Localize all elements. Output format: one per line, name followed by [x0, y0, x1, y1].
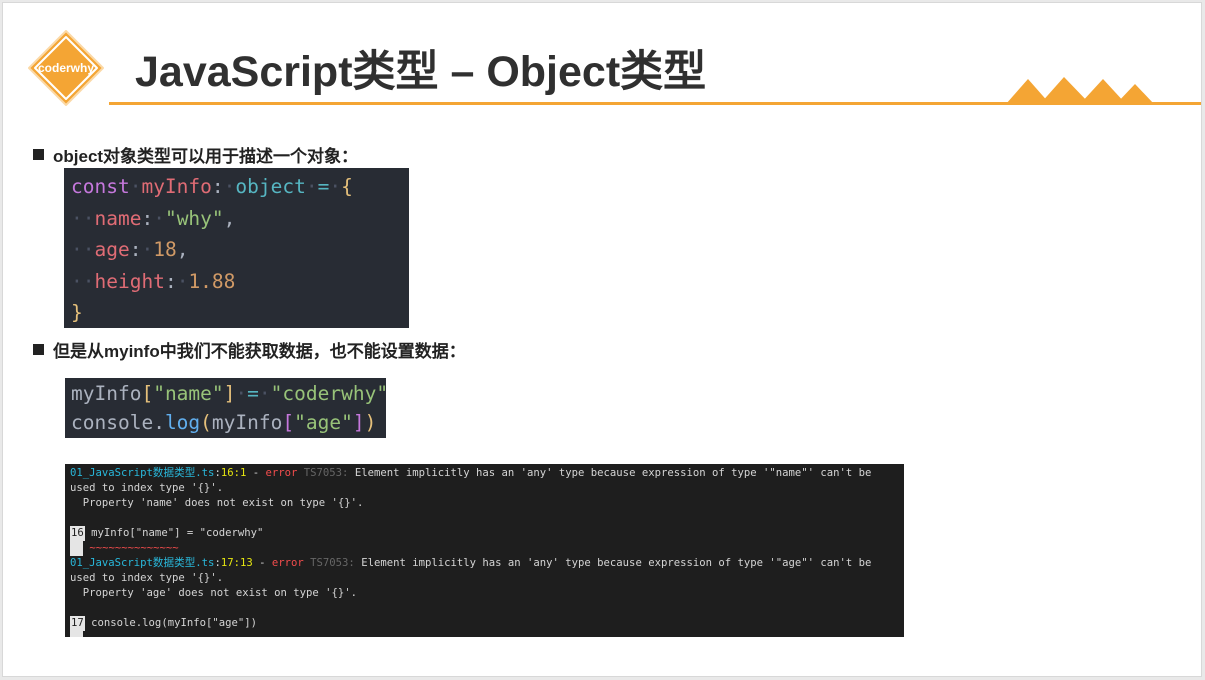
page-title: JavaScript类型 – Object类型 — [135, 48, 707, 96]
error-source-line: 17 console.log(myInfo["age"]) — [70, 616, 257, 631]
slide: coderwhy JavaScript类型 – Object类型 object对… — [2, 2, 1202, 677]
bullet-text: 但是从myinfo中我们不能获取数据，也不能设置数据： — [53, 342, 466, 361]
logo-text: coderwhy — [38, 61, 94, 75]
error-message: used to index type '{}'. — [70, 572, 224, 584]
error-source-line: 16 myInfo["name"] = "coderwhy" — [70, 526, 264, 541]
error-header: 01_JavaScript数据类型.ts:16:1 - error TS7053… — [70, 467, 872, 479]
error-detail: Property 'age' does not exist on type '{… — [70, 587, 358, 599]
error-message: used to index type '{}'. — [70, 482, 224, 494]
code-line: const·myInfo:·object·=·{ — [71, 175, 353, 198]
code-line: ··age:·18, — [71, 238, 189, 261]
code-block-object-declaration: const·myInfo:·object·=·{ ··name:·"why", … — [64, 168, 409, 328]
error-squiggle-line: ~~~~~~~~~~~~~~ — [70, 541, 904, 556]
error-header: 01_JavaScript数据类型.ts:17:13 - error TS705… — [70, 557, 872, 569]
mountains-decoration — [1006, 77, 1154, 104]
terminal-output: 01_JavaScript数据类型.ts:16:1 - error TS7053… — [65, 464, 904, 637]
code-line: ··name:·"why", — [71, 206, 236, 230]
bullet-item-2: 但是从myinfo中我们不能获取数据，也不能设置数据： — [33, 337, 466, 362]
code-line: ··height:·1.88 — [71, 269, 236, 293]
error-squiggle-line: ~~~~~~~~~~~~~ — [70, 631, 904, 637]
code-line: myInfo["name"]·=·"coderwhy" — [71, 382, 389, 405]
bullet-text: object对象类型可以用于描述一个对象： — [53, 147, 359, 166]
bullet-square-icon — [33, 344, 44, 355]
title-underline — [109, 102, 1201, 105]
error-detail: Property 'name' does not exist on type '… — [70, 497, 364, 509]
code-line: console.log(myInfo["age"]) — [71, 410, 377, 434]
code-line: } — [71, 301, 83, 324]
coderwhy-logo: coderwhy — [28, 30, 104, 106]
bullet-square-icon — [33, 149, 44, 160]
bullet-item-1: object对象类型可以用于描述一个对象： — [33, 142, 358, 167]
code-block-property-access: myInfo["name"]·=·"coderwhy" console.log(… — [65, 378, 389, 438]
